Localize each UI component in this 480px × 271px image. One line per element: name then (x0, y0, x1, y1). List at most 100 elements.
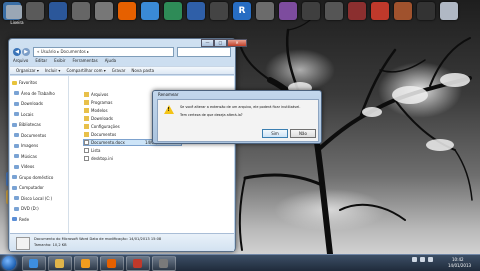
clock-time[interactable]: 10:42 (452, 257, 464, 262)
grid-icon[interactable] (279, 2, 297, 20)
sidebar-item[interactable]: Downloads (14, 101, 43, 106)
no-button[interactable]: Não (290, 129, 316, 138)
chart-icon[interactable] (256, 2, 274, 20)
document-icon[interactable] (95, 2, 113, 20)
document-icon (84, 156, 89, 161)
app-icon[interactable] (325, 2, 343, 20)
sidebar-item-label: Área de Trabalho (21, 90, 55, 96)
sidebar-item[interactable]: Área de Trabalho (14, 91, 55, 96)
sidebar-item[interactable]: Vídeos (14, 164, 34, 169)
ie-icon (29, 259, 38, 268)
sidebar-item[interactable]: Rede (12, 217, 29, 222)
folder-icon (14, 112, 19, 116)
toolbar-button-3[interactable]: Gravar (112, 68, 126, 73)
trash-icon[interactable] (440, 2, 458, 20)
taskbar-app-button[interactable] (48, 256, 72, 271)
file-list-item[interactable]: Modelos (84, 108, 108, 113)
navigation-pane: Favoritos Área de Trabalho Downloads Locais… (10, 76, 69, 233)
file-name: Programas (91, 100, 113, 105)
forward-button[interactable]: ▶ (22, 47, 30, 56)
menu-item-2[interactable]: Exibir (54, 58, 65, 65)
taskbar-app-button[interactable] (152, 256, 176, 271)
sidebar-item-label: Músicas (21, 153, 37, 159)
pictures-icon (14, 143, 19, 148)
computer-icon (12, 185, 17, 190)
address-bar[interactable]: « Usuário ▸ Documentos ▸ (33, 46, 174, 57)
tray-flag-icon[interactable] (412, 257, 417, 262)
sidebar-item[interactable]: Locais (14, 112, 33, 117)
sidebar-item[interactable]: Músicas (14, 154, 37, 159)
paint-icon (133, 259, 142, 268)
sidebar-item-label: Computador (19, 185, 44, 190)
taskbar-app-button[interactable] (74, 256, 98, 271)
menu-item-0[interactable]: Arquivo (13, 58, 28, 65)
start-button[interactable] (2, 256, 16, 270)
sidebar-item[interactable]: Computador (12, 185, 44, 190)
paint-icon[interactable] (371, 2, 389, 20)
sidebar-item[interactable]: Disco Local (C:) (14, 196, 52, 201)
dialog-body: ! Se você alterar a extensão de um arqui… (157, 99, 319, 142)
sidebar-item-label: Locais (21, 111, 34, 117)
file-list-item[interactable]: Documentos (84, 132, 116, 137)
sidebar-item-label: Rede (19, 216, 30, 222)
drive-icon (14, 196, 19, 200)
monitor-icon[interactable] (187, 2, 205, 20)
tray-network-icon[interactable] (420, 257, 425, 262)
file-name: desktop.ini (91, 156, 113, 161)
globe-icon[interactable] (141, 2, 159, 20)
sidebar-item[interactable]: Favoritos (12, 80, 37, 85)
toolbar-button-2[interactable]: Compartilhar com ▾ (66, 68, 105, 73)
file-list-item[interactable]: Configurações (84, 124, 120, 129)
folder-icon (84, 132, 89, 137)
firefox-icon[interactable] (118, 2, 136, 20)
sidebar-item-label: Downloads (21, 101, 43, 106)
folder-icon (84, 92, 89, 97)
word-icon[interactable] (49, 2, 67, 20)
back-arrow-icon: ◀ (15, 48, 19, 55)
toolbar-button-4[interactable]: Nova pasta (131, 68, 154, 73)
yes-button[interactable]: Sim (262, 129, 288, 138)
command-toolbar: Organizar ▾ Incluir ▾ Compartilhar com ▾ Gr… (10, 66, 234, 75)
file-list-item[interactable]: Programas (84, 100, 112, 105)
dvd-icon (14, 206, 19, 211)
rename-warning-dialog: Renomear ! Se você alterar a extensão de… (152, 90, 322, 144)
taskbar: 10:42 14/01/2013 (0, 254, 480, 271)
document-icon (84, 140, 89, 145)
menu-item-3[interactable]: Ferramentas (72, 58, 97, 65)
back-button[interactable]: ◀ (13, 47, 21, 56)
search-input[interactable] (177, 46, 231, 57)
taskbar-app-button[interactable] (100, 256, 124, 271)
taskbar-app-button[interactable] (126, 256, 150, 271)
pdf-icon[interactable] (72, 2, 90, 20)
documents-icon (14, 133, 19, 137)
app-icon[interactable] (210, 2, 228, 20)
sidebar-item[interactable]: Bibliotecas (12, 122, 41, 127)
recycle-bin-icon[interactable] (6, 5, 22, 19)
table-icon[interactable] (164, 2, 182, 20)
dialog-message: Se você alterar a extensão de um arquivo… (180, 105, 301, 109)
file-list-item[interactable]: Lista (84, 148, 100, 153)
sidebar-item[interactable]: Documentos (14, 133, 46, 138)
tray-volume-icon[interactable] (428, 257, 433, 262)
clock-date[interactable]: 14/01/2013 (448, 263, 471, 268)
disc-icon[interactable] (26, 2, 44, 20)
cube-icon[interactable] (302, 2, 320, 20)
toolbar-button-0[interactable]: Organizar ▾ (16, 68, 39, 73)
bottle-icon[interactable] (394, 2, 412, 20)
toolbar-button-1[interactable]: Incluir ▾ (45, 68, 61, 73)
sidebar-item[interactable]: Imagens (14, 143, 38, 148)
text-icon[interactable] (417, 2, 435, 20)
sidebar-item-label: DVD (D:) (21, 206, 39, 211)
file-list-item[interactable]: Downloads (84, 116, 113, 121)
r-icon[interactable]: R (233, 2, 251, 20)
taskbar-app-button[interactable] (22, 256, 46, 271)
sidebar-item[interactable]: DVD (D:) (14, 206, 39, 211)
menu-item-4[interactable]: Ajuda (105, 58, 116, 65)
balls-icon[interactable] (348, 2, 366, 20)
sidebar-item[interactable]: Grupo doméstico (12, 175, 53, 180)
file-list-item[interactable]: Arquivos (84, 92, 108, 97)
media-icon (81, 259, 90, 268)
file-list-item[interactable]: desktop.ini (84, 156, 113, 161)
menu-item-1[interactable]: Editar (35, 58, 47, 65)
file-name: Documento.docx (91, 140, 125, 145)
